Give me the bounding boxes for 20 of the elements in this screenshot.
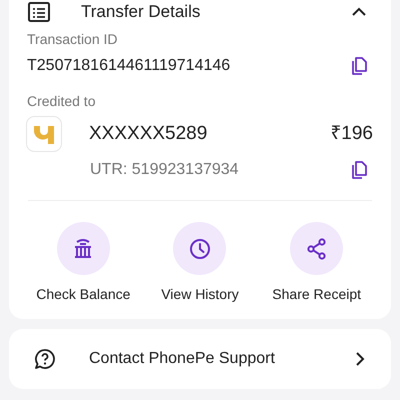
chevron-right-icon — [355, 351, 365, 367]
help-icon — [34, 348, 56, 370]
account-number: XXXXXX5289 — [89, 122, 208, 146]
support-label: Contact PhonePe Support — [89, 349, 275, 369]
action-label: Check Balance — [36, 285, 130, 304]
chevron-up-icon — [351, 7, 367, 17]
copy-icon[interactable] — [351, 161, 369, 179]
support-card[interactable]: Contact PhonePe Support — [9, 329, 391, 389]
section-title: Transfer Details — [81, 1, 200, 24]
field-label: Credited to — [27, 92, 96, 110]
list-icon — [27, 1, 51, 23]
amount: ₹196 — [330, 122, 373, 146]
action-label: Share Receipt — [272, 285, 362, 304]
action-label: View History — [161, 285, 239, 304]
field-label: Transaction ID — [27, 30, 119, 48]
utr-number: UTR: 519923137934 — [90, 160, 239, 180]
bank-logo-icon — [26, 116, 62, 152]
clock-icon — [188, 236, 212, 260]
transaction-id: T2507181614461119714146 — [27, 56, 230, 76]
copy-icon[interactable] — [351, 57, 369, 75]
